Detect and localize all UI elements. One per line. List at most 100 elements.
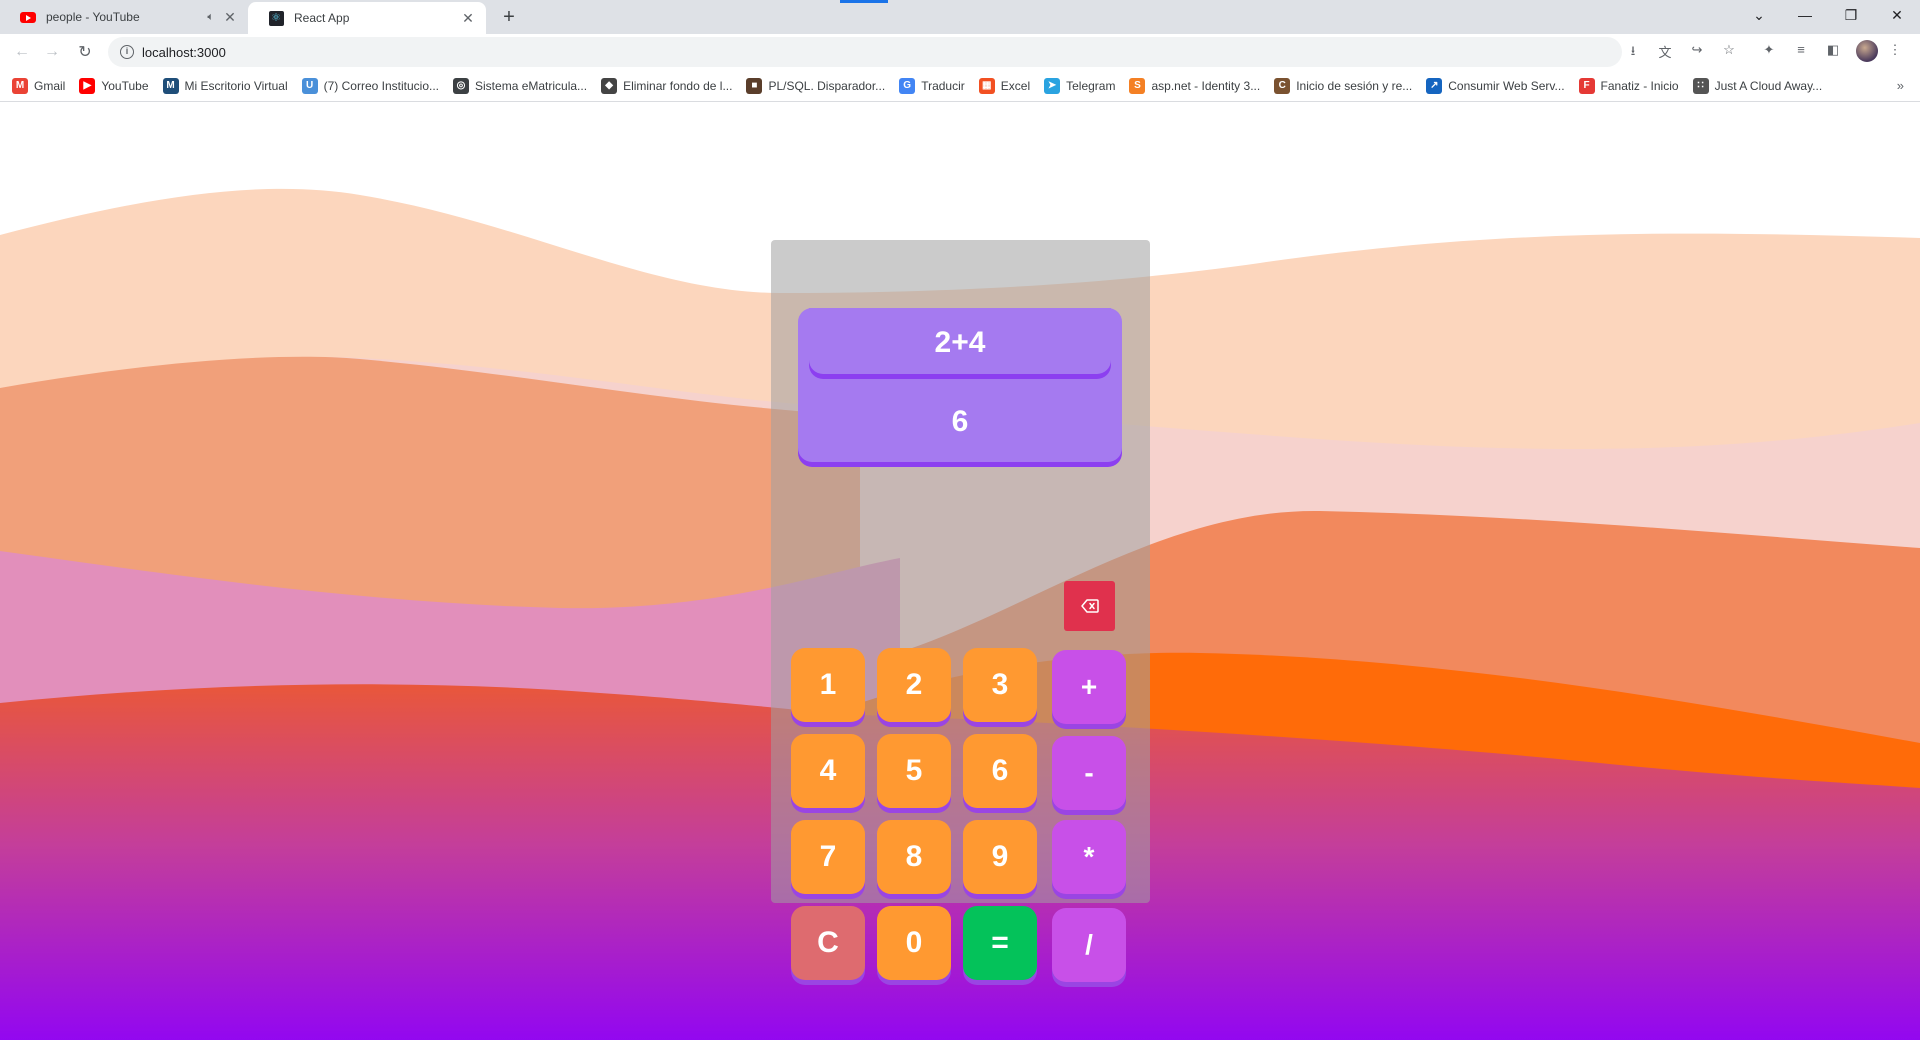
key-0[interactable]: 0 [877,906,951,980]
key-3[interactable]: 3 [963,648,1037,722]
bookmarks-bar: M Gmail ▶ YouTube M Mi Escritorio Virtual U (7)… [0,70,1920,102]
bookmark-item[interactable]: C Inicio de sesión y re... [1274,77,1413,94]
bookmark-label: Sistema eMatricula... [475,78,588,93]
profile-avatar[interactable] [1856,40,1878,62]
key-5[interactable]: 5 [877,734,951,808]
forward-button[interactable]: → [38,38,66,66]
side-panel-icon[interactable]: ◧ [1822,42,1844,62]
bookmark-item[interactable]: G Traducir [899,77,965,94]
youtube-icon [20,9,36,25]
bookmark-label: Inicio de sesión y re... [1296,78,1413,93]
restore-button[interactable]: ❐ [1828,0,1874,30]
close-tab-icon[interactable]: ✕ [220,9,240,26]
globe-icon: ◎ [453,77,470,94]
bookmarks-overflow-icon[interactable]: » [1897,78,1904,93]
bookmark-item[interactable]: M Gmail [12,77,66,94]
tab-title: React App [294,11,350,25]
new-tab-button[interactable]: + [496,5,522,31]
bookmark-label: Telegram [1066,78,1116,93]
page-content: 2+4 6 1 2 3 + 4 5 6 - 7 8 9 * C 0 = / [0,103,1920,1040]
install-icon[interactable]: ⭳ [1622,42,1644,62]
key-9[interactable]: 9 [963,820,1037,894]
bookmark-label: Excel [1000,78,1031,93]
divide-button[interactable]: / [1052,908,1126,982]
plus-button[interactable]: + [1052,650,1126,724]
reload-button[interactable]: ↻ [71,38,99,66]
bookmark-item[interactable]: Sasp.net - Identity 3... [1129,77,1260,94]
extensions-icon[interactable]: ✦ [1758,42,1780,62]
youtube-icon: ▶ [79,77,96,94]
bookmark-star-icon[interactable]: ☆ [1718,42,1740,62]
bookmark-label: YouTube [101,78,149,93]
tab-scroll-indicator [840,0,888,3]
result-display: 6 [951,405,969,438]
key-2[interactable]: 2 [877,648,951,722]
bookmark-item[interactable]: ➤ Telegram [1044,77,1116,94]
bookmark-item[interactable]: ■ PL/SQL. Disparador... [746,77,886,94]
expression-display: 2+4 [809,308,1111,374]
media-control-icon[interactable]: ≡ [1790,42,1812,62]
folder-icon: ■ [746,77,763,94]
address-url[interactable]: localhost:3000 [142,45,226,60]
tab-strip: people - YouTube 🔈︎ ✕ ⚛︎ React App ✕ + ⌄… [0,0,1920,34]
bookmark-item[interactable]: M Mi Escritorio Virtual [162,77,288,94]
bookmark-label: Just A Cloud Away... [1714,78,1823,93]
translate-icon: G [899,77,916,94]
speaker-icon[interactable]: 🔈︎ [207,11,214,24]
microsoft-icon: ▦ [978,77,995,94]
bookmark-label: Eliminar fondo de l... [623,78,733,93]
stackoverflow-icon: S [1129,77,1146,94]
m-icon: M [162,77,179,94]
bookmark-label: Gmail [34,78,66,93]
bookmark-label: Traducir [921,78,965,93]
equals-button[interactable]: = [963,906,1037,980]
back-button[interactable]: ← [8,38,36,66]
share-icon[interactable]: ↪ [1686,42,1708,62]
bookmark-item[interactable]: U (7) Correo Institucio... [301,77,440,94]
menu-icon[interactable]: ⋮ [1884,42,1906,62]
close-window-button[interactable]: ✕ [1874,0,1920,30]
bookmark-item[interactable]: ▦ Excel [978,77,1031,94]
tab-react-app[interactable]: ⚛︎ React App ✕ [248,2,486,34]
site-info-icon[interactable]: i [120,45,134,59]
react-icon: ⚛︎ [268,10,284,26]
gmail-icon: M [12,77,28,94]
translate-icon[interactable]: 文 [1654,42,1676,62]
browser-toolbar: ← → ↻ i localhost:3000 ⭳ 文 ↪ ☆ ✦ ≡ ◧ ⋮ [0,34,1920,70]
bookmark-label: Consumir Web Serv... [1448,78,1565,93]
multiply-button[interactable]: * [1052,820,1126,894]
tab-title: people - YouTube [46,10,140,24]
key-1[interactable]: 1 [791,648,865,722]
backspace-button[interactable] [1064,581,1115,631]
fanatiz-icon: F [1578,77,1595,94]
tab-youtube[interactable]: people - YouTube 🔈︎ ✕ [0,0,248,34]
bookmark-item[interactable]: ◆ Eliminar fondo de l... [601,77,733,94]
tab-search-icon[interactable]: ⌄ [1736,0,1782,30]
bookmark-label: Fanatiz - Inicio [1600,78,1679,93]
close-tab-icon[interactable]: ✕ [458,10,478,27]
bookmark-item[interactable]: ∷ Just A Cloud Away... [1692,77,1823,94]
coursera-icon: C [1274,77,1291,94]
key-8[interactable]: 8 [877,820,951,894]
key-4[interactable]: 4 [791,734,865,808]
bookmark-item[interactable]: F Fanatiz - Inicio [1578,77,1679,94]
minimize-button[interactable]: — [1782,0,1828,30]
key-7[interactable]: 7 [791,820,865,894]
layers-icon: ◆ [601,77,618,94]
backspace-icon [1080,599,1099,613]
chart-icon: ∷ [1692,77,1709,94]
bookmark-item[interactable]: ▶ YouTube [79,77,149,94]
calculator: 2+4 6 1 2 3 + 4 5 6 - 7 8 9 * C 0 = / [771,240,1150,982]
clear-button[interactable]: C [791,906,865,980]
bookmark-label: PL/SQL. Disparador... [768,78,886,93]
address-bar[interactable]: i localhost:3000 [108,37,1622,67]
telegram-icon: ➤ [1044,77,1061,94]
bookmark-item[interactable]: ◎ Sistema eMatricula... [453,77,588,94]
key-6[interactable]: 6 [963,734,1037,808]
ucr-icon: U [301,77,318,94]
calculator-display: 2+4 6 [798,308,1122,462]
bookmark-item[interactable]: ↗ Consumir Web Serv... [1426,77,1565,94]
web-service-icon: ↗ [1426,77,1443,94]
minus-button[interactable]: - [1052,736,1126,810]
bookmark-label: (7) Correo Institucio... [323,78,440,93]
